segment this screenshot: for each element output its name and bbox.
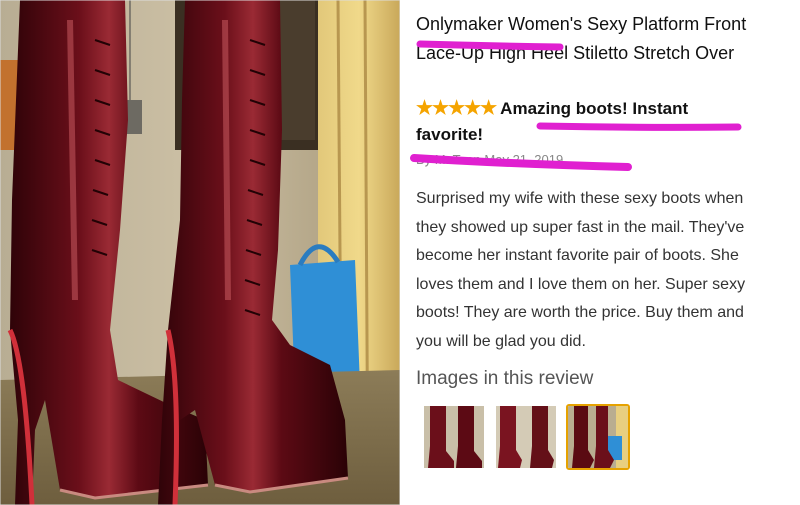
review-photo bbox=[0, 0, 400, 505]
review-panel: Onlymaker Women's Sexy Platform Front La… bbox=[400, 0, 800, 505]
highlight-marks bbox=[410, 40, 742, 171]
